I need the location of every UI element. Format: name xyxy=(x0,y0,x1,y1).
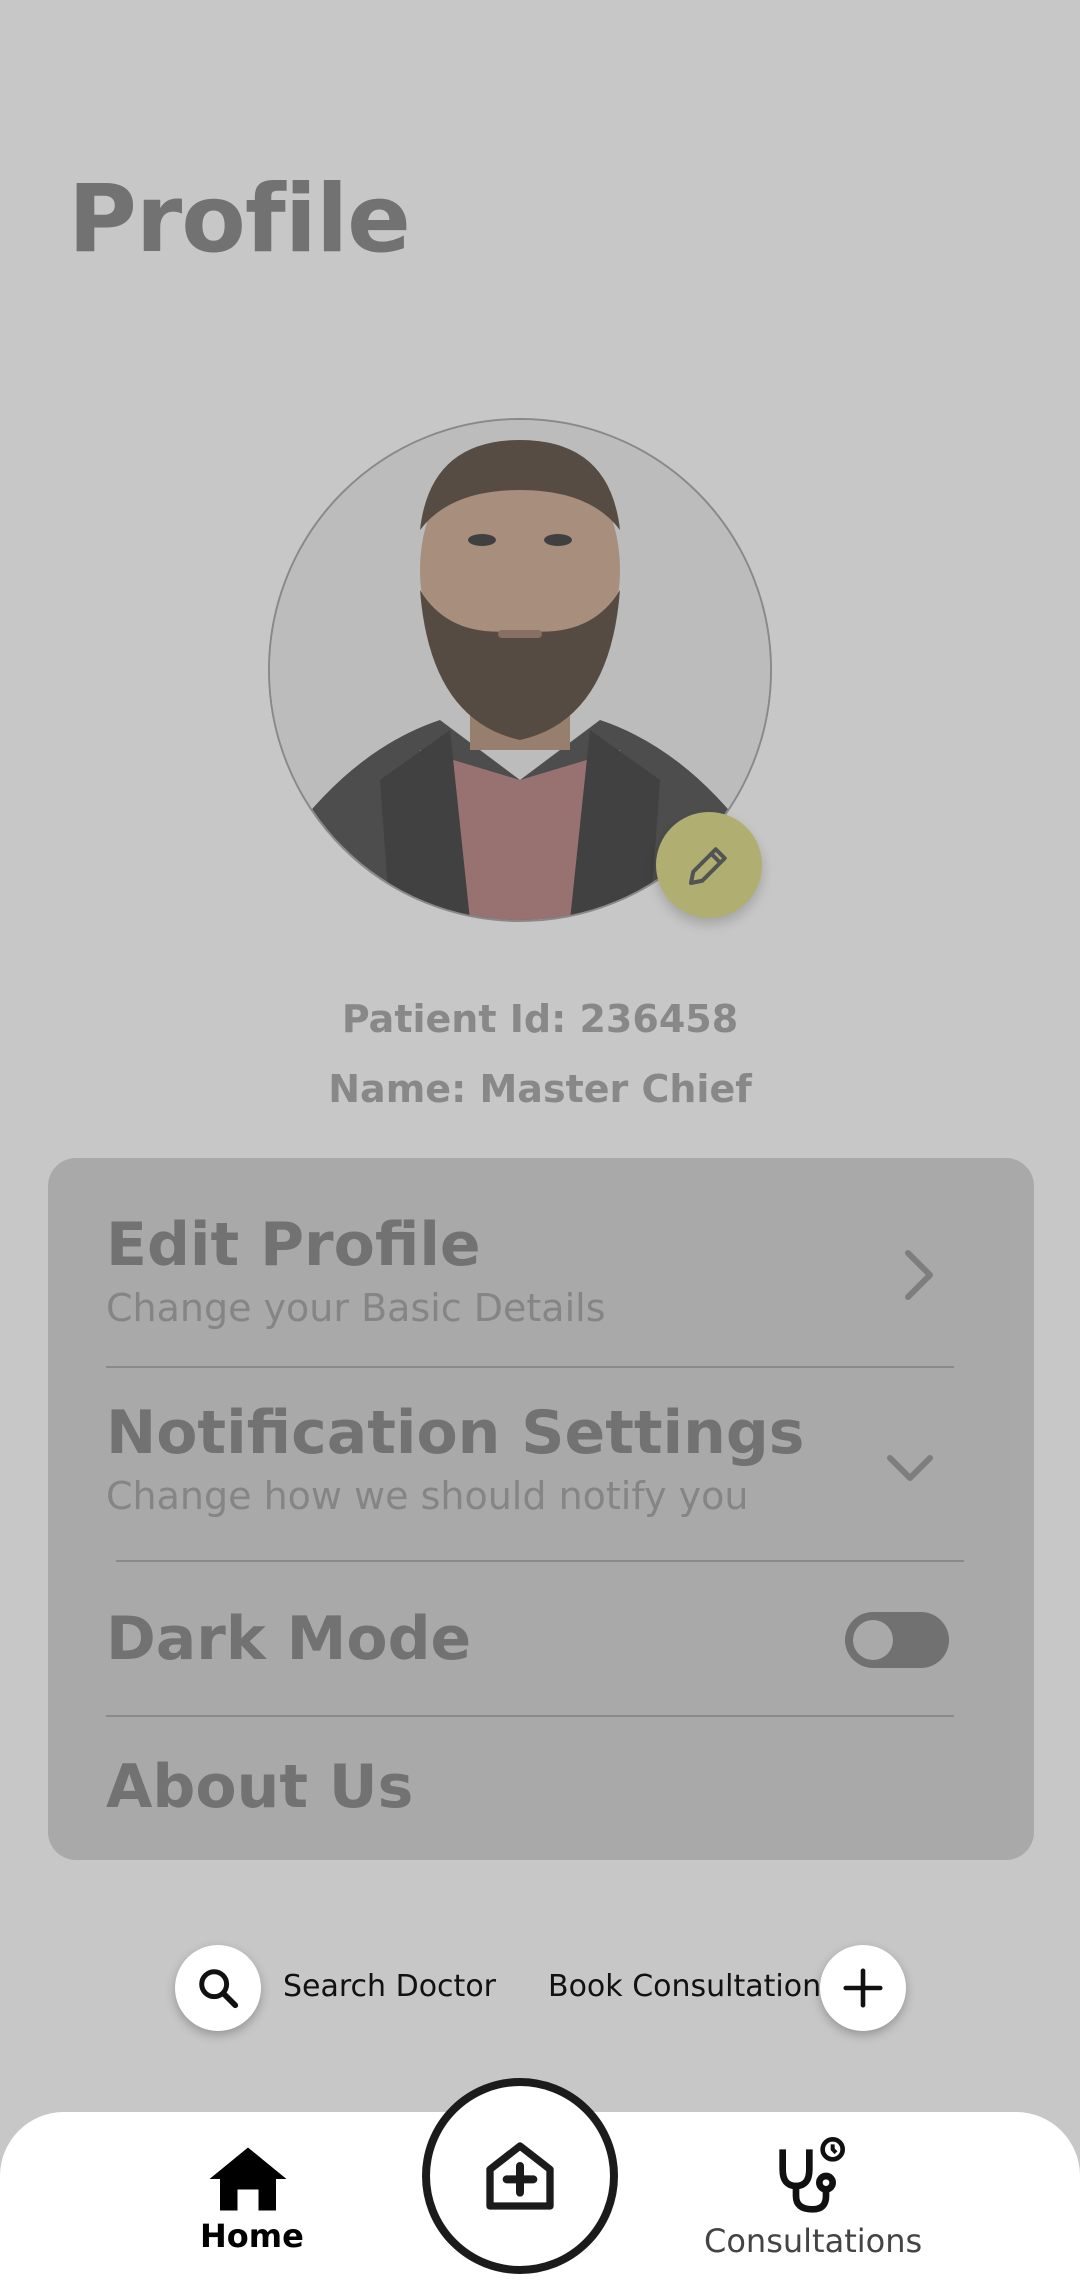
notification-settings-subtitle: Change how we should notify you xyxy=(106,1474,749,1518)
edit-avatar-button[interactable] xyxy=(656,812,762,918)
chevron-down-icon[interactable] xyxy=(884,1452,936,1486)
home-icon xyxy=(209,2147,287,2211)
about-us-item[interactable]: About Us xyxy=(106,1752,413,1822)
divider xyxy=(106,1366,954,1368)
notification-settings-item[interactable]: Notification Settings Change how we shou… xyxy=(106,1398,805,1518)
toggle-knob xyxy=(853,1620,893,1660)
dark-mode-title: Dark Mode xyxy=(106,1604,472,1674)
plus-icon xyxy=(843,1968,883,2008)
stethoscope-icon xyxy=(779,2137,845,2213)
nav-home-label[interactable]: Home xyxy=(200,2217,304,2255)
search-doctor-button[interactable] xyxy=(175,1945,261,2031)
page-background xyxy=(0,0,1080,2280)
chevron-right-icon[interactable] xyxy=(898,1245,942,1305)
dark-mode-item: Dark Mode xyxy=(106,1604,471,1674)
nav-consultations[interactable] xyxy=(760,2130,860,2220)
edit-pencil-icon xyxy=(688,847,727,886)
about-us-title: About Us xyxy=(106,1752,414,1822)
book-consultation-label[interactable]: Book Consultation xyxy=(548,1969,821,2004)
search-icon xyxy=(199,1969,239,2009)
edit-profile-subtitle: Change your Basic Details xyxy=(106,1286,606,1330)
patient-name: Name: Master Chief xyxy=(328,1067,752,1111)
notification-settings-title: Notification Settings xyxy=(106,1398,805,1468)
patient-id: Patient Id: 236458 xyxy=(341,997,739,1041)
edit-profile-item[interactable]: Edit Profile Change your Basic Details xyxy=(106,1210,606,1330)
book-consultation-button[interactable] xyxy=(820,1945,906,2031)
dark-mode-toggle[interactable] xyxy=(845,1612,949,1668)
nav-consultations-label[interactable]: Consultations xyxy=(704,2222,922,2260)
edit-profile-title: Edit Profile xyxy=(106,1210,481,1280)
divider xyxy=(106,1715,954,1717)
divider xyxy=(116,1560,964,1562)
search-doctor-label[interactable]: Search Doctor xyxy=(283,1969,496,2004)
hospital-plus-icon xyxy=(486,2142,554,2210)
page-title: Profile xyxy=(68,165,411,274)
center-home-button[interactable] xyxy=(422,2078,618,2274)
